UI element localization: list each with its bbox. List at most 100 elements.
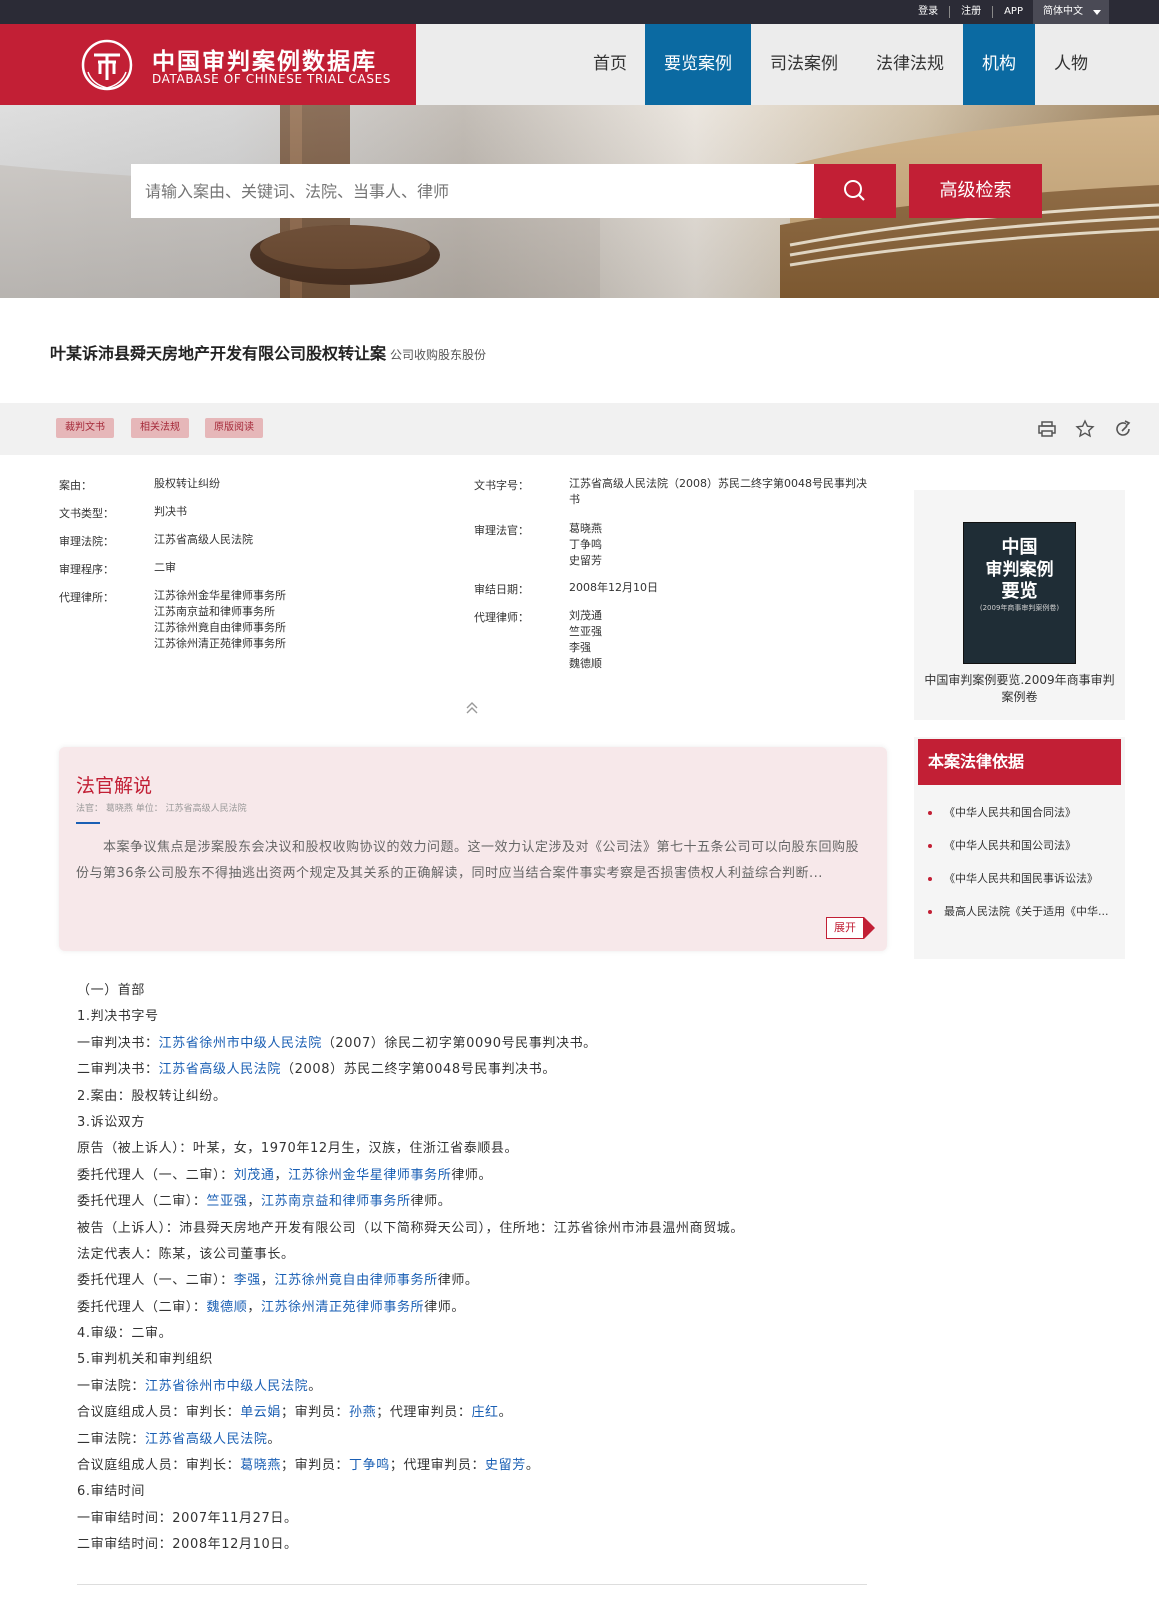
court-emblem-icon <box>81 39 133 91</box>
law-basis-item[interactable]: 《中华人民共和国民事诉讼法》 <box>928 870 1098 886</box>
firm-link[interactable]: 江苏徐州竟自由律师事务所 <box>275 1273 438 1288</box>
doc-text: 一审判决书： <box>77 1035 159 1051</box>
lawyer-link[interactable]: 竺亚强 <box>569 624 602 640</box>
judge-link[interactable]: 葛晓燕 <box>569 521 602 537</box>
bullet-icon <box>928 877 932 881</box>
doc-text: 律师。 <box>437 1273 479 1289</box>
case-toolbar: 裁判文书 相关法规 原版阅读 <box>0 403 1159 455</box>
doc-text: （2008）苏民二终字第0048号民事判决书。 <box>281 1062 556 1078</box>
doc-text: 委托代理人（二审）： <box>77 1299 207 1315</box>
doc-line: 3.诉讼双方 <box>77 1114 146 1130</box>
doc-text: 律师。 <box>410 1194 452 1210</box>
docno-label: 文书字号： <box>474 479 529 492</box>
judge-link[interactable]: 丁争鸣 <box>569 537 602 553</box>
law-basis-panel: 本案法律依据 《中华人民共和国合同法》 《中华人民共和国公司法》 《中华人民共和… <box>914 737 1125 959</box>
nav-judicial-cases[interactable]: 司法案例 <box>751 24 857 105</box>
print-icon[interactable] <box>1037 419 1057 439</box>
lawyer-link[interactable]: 刘茂通 <box>569 608 602 624</box>
divider <box>77 1584 867 1585</box>
doc-line: （一）首部 <box>77 983 146 998</box>
judge-link[interactable]: 史留芳 <box>485 1458 526 1473</box>
law-basis-item[interactable]: 《中华人民共和国合同法》 <box>928 804 1076 820</box>
judge-link[interactable]: 史留芳 <box>569 553 602 569</box>
book-cover: 中国 审判案例 要览 (2009年商事审判案例卷) <box>963 522 1076 664</box>
share-icon[interactable] <box>1113 419 1133 439</box>
doc-line: 二审审结时间：2008年12月10日。 <box>77 1537 298 1553</box>
firm-link[interactable]: 江苏徐州金华星律师事务所 <box>288 1168 451 1183</box>
logo-subtitle: DATABASE OF CHINESE TRIAL CASES <box>152 72 391 86</box>
book-card[interactable]: 中国 审判案例 要览 (2009年商事审判案例卷) 中国审判案例要览.2009年… <box>914 490 1125 720</box>
language-label: 简体中文 <box>1043 6 1083 17</box>
login-link[interactable]: 登录 <box>907 6 949 18</box>
case-title-text: 叶某诉沛县舜天房地产开发有限公司股权转让案 <box>50 344 387 363</box>
lawyer-link[interactable]: 李强 <box>569 640 591 656</box>
search-icon <box>844 180 865 201</box>
law-basis-item[interactable]: 《中华人民共和国公司法》 <box>928 837 1076 853</box>
search-button[interactable] <box>814 164 896 218</box>
doc-line: 委托代理人（一、二审）：刘茂通，江苏徐州金华星律师事务所律师。 <box>77 1163 897 1189</box>
logo[interactable]: 中国审判案例数据库 DATABASE OF CHINESE TRIAL CASE… <box>0 24 416 105</box>
doc-text: 一审法院： <box>77 1378 146 1394</box>
judge-link[interactable]: 孙燕 <box>349 1405 376 1420</box>
court-link[interactable]: 江苏省高级人民法院 <box>159 1062 281 1077</box>
court-link[interactable]: 江苏省徐州市中级人民法院 <box>145 1379 308 1394</box>
lawyer-link[interactable]: 刘茂通 <box>234 1168 275 1183</box>
law-basis-item[interactable]: 最高人民法院《关于适用《中华... <box>928 903 1109 919</box>
app-link[interactable]: APP <box>992 6 1034 18</box>
lawyer-link[interactable]: 李强 <box>234 1273 261 1288</box>
court-link[interactable]: 江苏省高级人民法院 <box>154 532 253 548</box>
law-basis-link: 《中华人民共和国公司法》 <box>944 839 1076 852</box>
firm-link[interactable]: 江苏南京益和律师事务所 <box>261 1194 411 1209</box>
title-underline <box>76 822 100 824</box>
doc-line: 一审法院：江苏省徐州市中级人民法院。 <box>77 1374 897 1400</box>
judge-link[interactable]: 葛晓燕 <box>240 1458 281 1473</box>
doc-text: ， <box>247 1194 261 1210</box>
search-input[interactable] <box>131 164 814 218</box>
tag-judgment[interactable]: 裁判文书 <box>56 418 114 438</box>
doc-line: 二审判决书：江苏省高级人民法院（2008）苏民二终字第0048号民事判决书。 <box>77 1057 897 1083</box>
firm-link[interactable]: 江苏徐州清正苑律师事务所 <box>154 636 286 652</box>
court-label: 审理法院： <box>59 535 114 548</box>
lawyer-link[interactable]: 魏德顺 <box>569 656 602 672</box>
doc-line: 二审法院：江苏省高级人民法院。 <box>77 1427 897 1453</box>
expand-arrow-icon[interactable] <box>864 917 875 939</box>
expand-button[interactable]: 展开 <box>826 917 864 939</box>
firm-link[interactable]: 江苏徐州清正苑律师事务所 <box>261 1300 424 1315</box>
court-link[interactable]: 江苏省徐州市中级人民法院 <box>159 1036 322 1051</box>
language-select[interactable]: 简体中文 <box>1033 0 1109 24</box>
lawyer-link[interactable]: 竺亚强 <box>207 1194 248 1209</box>
doc-text: ；审判员： <box>281 1458 350 1474</box>
register-link[interactable]: 注册 <box>949 6 992 18</box>
doc-text: ， <box>260 1273 275 1289</box>
tag-original-read[interactable]: 原版阅读 <box>205 418 263 438</box>
nav-laws[interactable]: 法律法规 <box>857 24 963 105</box>
nav-institutions[interactable]: 机构 <box>963 24 1035 105</box>
doc-text: ， <box>247 1299 261 1315</box>
judge-link[interactable]: 丁争鸣 <box>349 1458 390 1473</box>
judge-link[interactable]: 庄红 <box>471 1405 498 1420</box>
book-title: 中国审判案例要览.2009年商事审判 案例卷 <box>914 672 1125 706</box>
law-basis-heading: 本案法律依据 <box>918 739 1121 785</box>
main-nav: 首页 要览案例 司法案例 法律法规 机构 人物 <box>581 24 1107 105</box>
tag-related-laws[interactable]: 相关法规 <box>131 418 189 438</box>
star-icon[interactable] <box>1075 419 1095 439</box>
case-info-right: 文书字号： 江苏省高级人民法院（2008）苏民二终字第0048号民事判决 书 审… <box>474 476 894 676</box>
court-link[interactable]: 江苏省高级人民法院 <box>145 1432 267 1447</box>
law-basis-link: 最高人民法院《关于适用《中华... <box>944 905 1109 918</box>
collapse-up-icon[interactable] <box>465 701 479 715</box>
doc-line: 合议庭组成人员：审判长：葛晓燕；审判员：丁争鸣；代理审判员：史留芳。 <box>77 1453 897 1479</box>
doc-text: （2007）徐民二初字第0090号民事判决书。 <box>321 1035 597 1051</box>
lawyer-link[interactable]: 魏德顺 <box>207 1300 248 1315</box>
advanced-search-button[interactable]: 高级检索 <box>909 164 1042 218</box>
date-value: 2008年12月10日 <box>569 581 658 594</box>
nav-people[interactable]: 人物 <box>1035 24 1107 105</box>
nav-home[interactable]: 首页 <box>581 24 639 105</box>
firm-link[interactable]: 江苏南京益和律师事务所 <box>154 604 275 620</box>
doc-text: 。 <box>308 1378 322 1394</box>
doc-text: 二审法院： <box>77 1431 146 1447</box>
nav-featured-cases[interactable]: 要览案例 <box>645 24 751 105</box>
doc-line: 4.审级：二审。 <box>77 1326 173 1342</box>
firm-link[interactable]: 江苏徐州金华星律师事务所 <box>154 588 286 604</box>
firm-link[interactable]: 江苏徐州竟自由律师事务所 <box>154 620 286 636</box>
judge-link[interactable]: 单云娟 <box>240 1405 281 1420</box>
